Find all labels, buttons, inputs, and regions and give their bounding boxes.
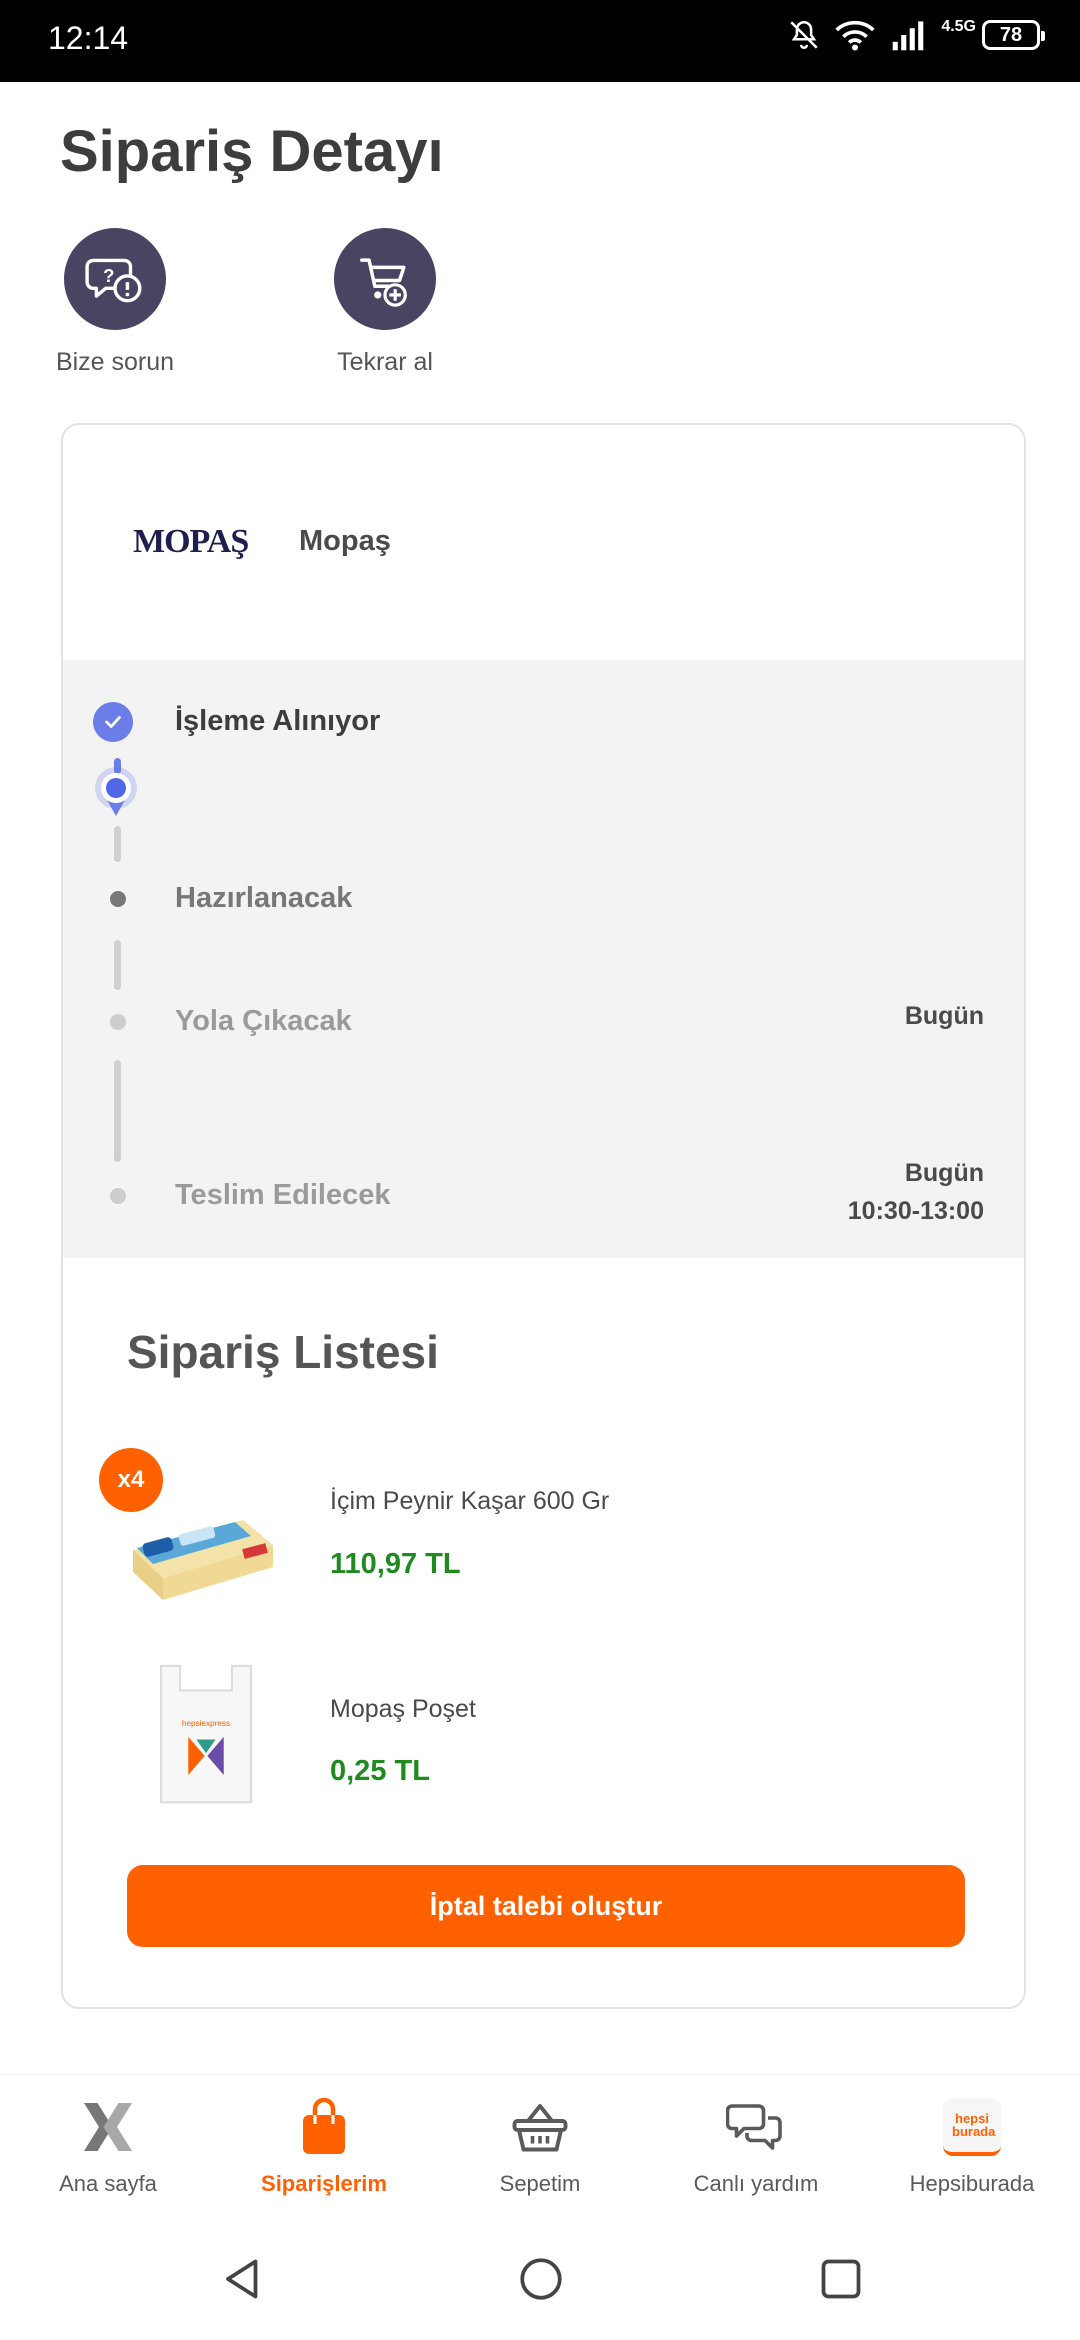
battery-level: 78: [999, 23, 1023, 46]
cart-add-icon: [334, 228, 436, 330]
battery-icon: 78: [982, 20, 1045, 50]
seller-name: Mopaş: [299, 525, 391, 557]
nav-home[interactable]: Ana sayfa: [0, 2075, 216, 2224]
ask-us-button[interactable]: ? Bize sorun: [15, 228, 215, 377]
status-time: 12:14: [48, 20, 129, 56]
chat-bubbles-icon: [724, 2095, 788, 2159]
page-title: Sipariş Detayı: [60, 119, 444, 184]
step-label-shipping: Yola Çıkacak: [175, 1005, 352, 1037]
system-navigation-bar: [0, 2224, 1080, 2340]
bell-off-icon: [790, 20, 818, 49]
svg-text:?: ?: [103, 265, 114, 286]
home-icon[interactable]: [516, 2254, 566, 2304]
nav-orders[interactable]: Siparişlerim: [216, 2075, 432, 2224]
check-icon: [93, 702, 133, 742]
cancel-request-button[interactable]: İptal talebi oluştur: [127, 1865, 965, 1947]
step-date-delivery: Bugün 10:30-13:00: [848, 1154, 984, 1230]
nav-label: Siparişlerim: [261, 2171, 387, 2196]
delivery-time-window: 10:30-13:00: [847, 1197, 984, 1225]
step-label-preparing: Hazırlanacak: [175, 882, 353, 914]
timeline-connector: [114, 1060, 121, 1162]
quantity-badge: x4: [99, 1448, 163, 1512]
seller-header[interactable]: MOPAŞ Mopaş: [63, 425, 1024, 660]
timeline-connector: [114, 940, 121, 990]
buy-again-label: Tekrar al: [337, 348, 433, 376]
step-label-delivery: Teslim Edilecek: [175, 1179, 391, 1211]
svg-text:hepsiexpress: hepsiexpress: [182, 1719, 230, 1728]
wifi-icon: [835, 20, 875, 51]
seller-logo: MOPAŞ: [133, 523, 249, 560]
delivery-day: Bugün: [904, 1159, 984, 1187]
shopping-bag-icon: [292, 2095, 356, 2159]
nav-cart[interactable]: Sepetim: [432, 2075, 648, 2224]
bottom-navigation: Ana sayfa Siparişlerim Sepetim Canlı yar…: [0, 2074, 1080, 2224]
nav-label: Ana sayfa: [59, 2171, 157, 2196]
step-dot: [110, 1014, 126, 1030]
step-dot: [110, 891, 126, 907]
status-bar: 12:14 4.5G 78: [0, 0, 1080, 82]
hepsiburada-logo-text: hepsi burada: [952, 2111, 996, 2139]
product-name: Mopaş Poşet: [330, 1695, 476, 1723]
recents-icon[interactable]: [816, 2254, 866, 2304]
nav-label: Hepsiburada: [909, 2171, 1035, 2196]
signal-icon: [893, 21, 924, 51]
product-name: İçim Peynir Kaşar 600 Gr: [330, 1487, 610, 1515]
bag-product-image: hepsiexpress: [159, 1664, 253, 1804]
step-label-processing: İşleme Alınıyor: [175, 705, 381, 737]
nav-live-help[interactable]: Canlı yardım: [648, 2075, 864, 2224]
order-card: MOPAŞ Mopaş İşleme Alınıyor Hazırlanacak…: [61, 423, 1026, 2009]
status-icons: 4.5G 78: [787, 18, 1045, 52]
nav-hepsiburada[interactable]: hepsi burada Hepsiburada: [864, 2075, 1080, 2224]
back-icon[interactable]: [218, 2254, 268, 2304]
order-timeline: İşleme Alınıyor Hazırlanacak Yola Çıkaca…: [63, 660, 1024, 1258]
x-logo-icon: [76, 2095, 140, 2159]
nav-label: Canlı yardım: [693, 2171, 819, 2196]
hepsiburada-logo-icon: hepsi burada: [940, 2095, 1004, 2159]
chat-question-icon: ?: [64, 228, 166, 330]
order-item[interactable]: hepsiexpress Mopaş Poşet 0,25 TL: [63, 1655, 1024, 1855]
order-list-title: Sipariş Listesi: [127, 1326, 439, 1378]
timeline-connector: [114, 826, 121, 862]
nav-label: Sepetim: [499, 2171, 581, 2196]
product-price: 110,97 TL: [330, 1548, 461, 1580]
ask-us-label: Bize sorun: [55, 348, 175, 376]
basket-icon: [508, 2095, 572, 2159]
network-type: 4.5G: [941, 18, 976, 35]
step-date-shipping: Bugün: [904, 1002, 984, 1030]
step-dot: [110, 1188, 126, 1204]
buy-again-button[interactable]: Tekrar al: [285, 228, 485, 377]
location-pin-icon: [95, 767, 137, 816]
product-price: 0,25 TL: [330, 1755, 430, 1787]
order-item[interactable]: x4 İçim Peynir Kaşar 600 Gr 110,97 TL: [63, 1435, 1024, 1635]
